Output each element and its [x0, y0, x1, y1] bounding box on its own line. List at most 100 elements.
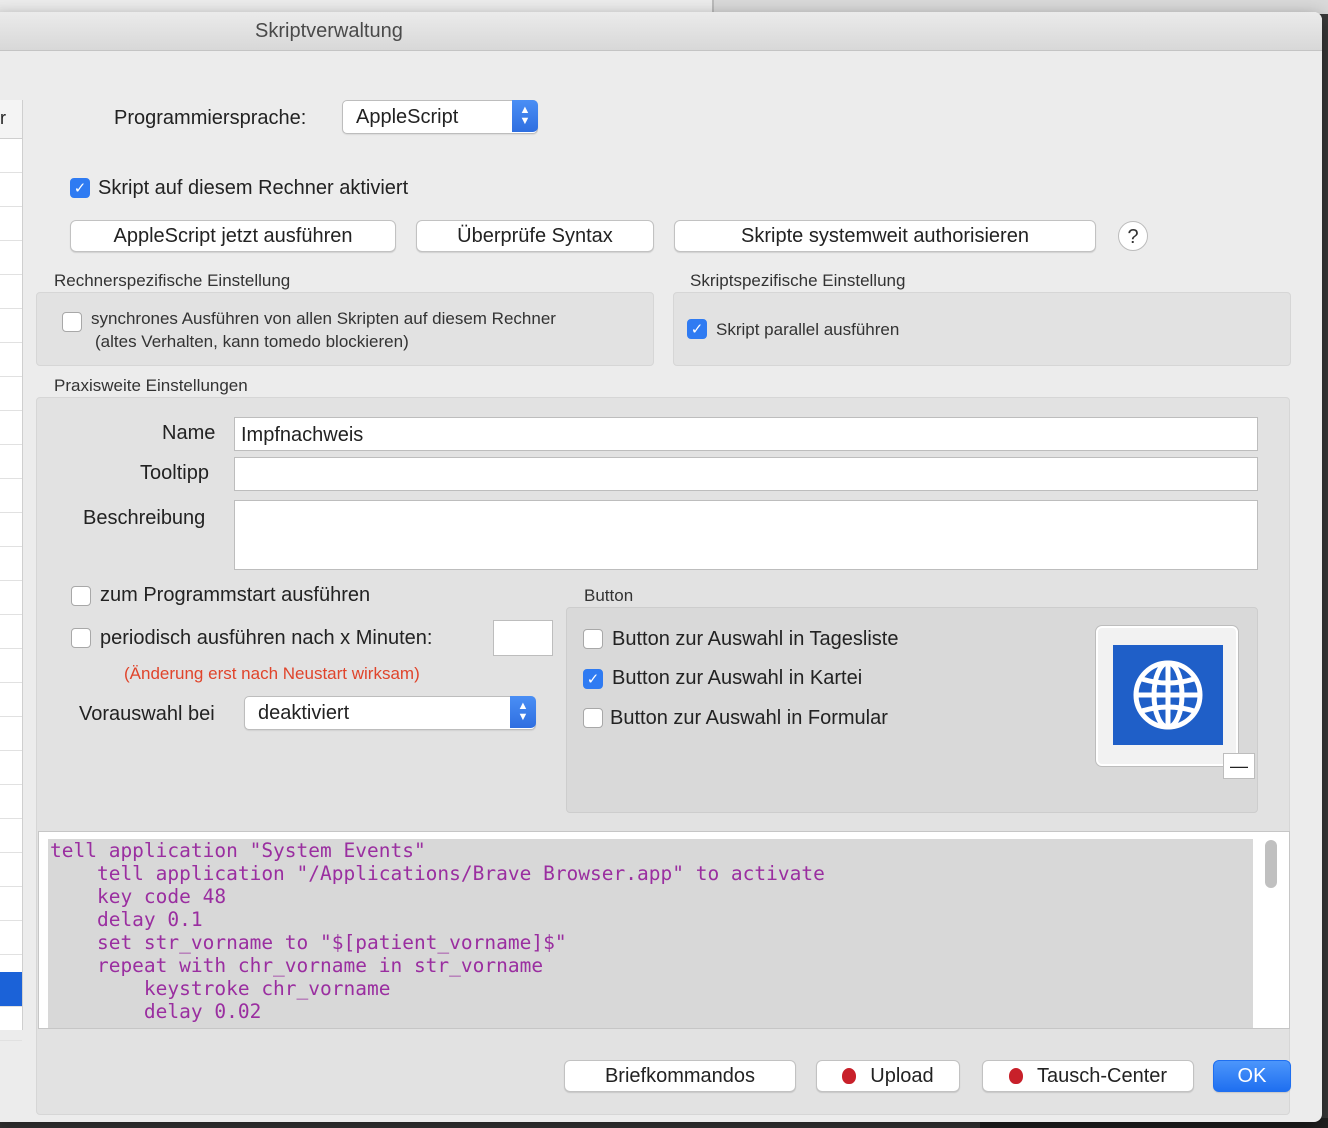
preselect-label: Vorauswahl bei — [79, 703, 215, 725]
list-item[interactable] — [0, 682, 22, 717]
letter-commands-button[interactable]: Briefkommandos — [564, 1060, 796, 1092]
list-item[interactable] — [0, 376, 22, 411]
computer-settings-group: synchrones Ausführen von allen Skripten … — [36, 292, 654, 366]
list-item[interactable] — [0, 172, 22, 207]
preselect-select[interactable]: deaktiviert ▲ ▼ — [244, 696, 536, 730]
list-item[interactable] — [0, 886, 22, 921]
button-icon-well[interactable] — [1096, 626, 1238, 766]
formular-label: Button zur Auswahl in Formular — [610, 707, 888, 729]
tooltip-label: Tooltipp — [140, 462, 209, 484]
sync-label-line1: synchrones Ausführen von allen Skripten … — [91, 309, 556, 328]
periodic-minutes-field[interactable] — [493, 620, 553, 656]
window-title: Skriptverwaltung — [255, 20, 403, 42]
script-settings-group: ✓ Skript parallel ausführen — [673, 292, 1291, 366]
preselect-select-value: deaktiviert — [258, 702, 350, 724]
formular-checkbox[interactable] — [583, 708, 603, 728]
daylist-label: Button zur Auswahl in Tagesliste — [612, 628, 899, 650]
editor-scrollbar[interactable] — [1265, 840, 1277, 888]
activate-label: Skript auf diesem Rechner aktiviert — [98, 177, 409, 199]
script-list-header[interactable]: r — [0, 100, 22, 139]
globe-icon — [1133, 660, 1203, 730]
tooltip-field[interactable] — [234, 457, 1258, 491]
kartei-label: Button zur Auswahl in Kartei — [612, 667, 863, 689]
script-editor[interactable]: tell application "System Events" tell ap… — [38, 831, 1290, 1029]
apple-icon — [1008, 1068, 1023, 1084]
list-item[interactable] — [0, 206, 22, 241]
parallel-label: Skript parallel ausführen — [716, 320, 900, 339]
exchange-center-button-label: Tausch-Center — [1036, 1065, 1168, 1087]
description-field[interactable] — [234, 500, 1258, 570]
list-item[interactable] — [0, 1006, 22, 1041]
list-item[interactable] — [0, 240, 22, 275]
ok-button[interactable]: OK — [1213, 1060, 1291, 1092]
list-item[interactable] — [0, 512, 22, 547]
icon-tile — [1113, 645, 1223, 745]
help-button[interactable]: ? — [1118, 221, 1148, 251]
periodic-checkbox[interactable] — [71, 628, 91, 648]
list-item[interactable] — [0, 716, 22, 751]
language-label: Programmiersprache: — [114, 107, 307, 129]
list-item[interactable] — [0, 920, 22, 955]
sync-label-line2: (altes Verhalten, kann tomedo blockieren… — [95, 332, 409, 351]
code-line: delay 0.02 — [50, 1000, 262, 1023]
list-item[interactable] — [0, 274, 22, 309]
chevron-updown-icon: ▲ ▼ — [510, 696, 536, 728]
script-manager-window: Skriptverwaltung r Programmiersprache: A… — [0, 12, 1322, 1122]
practice-settings-group: Name Impfnachweis Tooltipp Beschreibung … — [36, 397, 1290, 1115]
list-item[interactable] — [0, 410, 22, 445]
script-list-header-label: r — [0, 108, 6, 128]
code-line: delay 0.1 — [50, 908, 203, 931]
list-item[interactable] — [0, 818, 22, 853]
restart-note: (Änderung erst nach Neustart wirksam) — [124, 664, 420, 683]
list-item-selected[interactable] — [0, 972, 22, 1007]
remove-icon-button[interactable]: — — [1223, 753, 1255, 779]
sync-checkbox[interactable] — [62, 312, 82, 332]
upload-button[interactable]: Upload — [816, 1060, 960, 1092]
code-line: repeat with chr_vorname in str_vorname — [50, 954, 544, 977]
computer-settings-title: Rechnerspezifische Einstellung — [54, 271, 291, 290]
description-label: Beschreibung — [83, 507, 206, 529]
check-syntax-button[interactable]: Überprüfe Syntax — [416, 220, 654, 252]
code-line: set str_vorname to "$[patient_vorname]$" — [50, 931, 567, 954]
on-start-label: zum Programmstart ausführen — [100, 584, 371, 606]
parallel-checkbox[interactable]: ✓ — [687, 319, 707, 339]
script-settings-title: Skriptspezifische Einstellung — [690, 271, 906, 290]
list-item[interactable] — [0, 580, 22, 615]
list-item[interactable] — [0, 444, 22, 479]
upload-button-label: Upload — [870, 1065, 934, 1087]
name-field[interactable]: Impfnachweis — [234, 417, 1258, 451]
list-item[interactable] — [0, 852, 22, 887]
list-item[interactable] — [0, 546, 22, 581]
button-group-title: Button — [584, 586, 634, 605]
list-item[interactable] — [0, 750, 22, 785]
title-bar[interactable]: Skriptverwaltung — [0, 12, 1322, 51]
exchange-center-button[interactable]: Tausch-Center — [982, 1060, 1194, 1092]
list-item[interactable] — [0, 308, 22, 343]
practice-settings-title: Praxisweite Einstellungen — [54, 376, 248, 395]
chevron-updown-icon: ▲ ▼ — [512, 100, 538, 132]
code-line: key code 48 — [50, 885, 227, 908]
apple-icon — [842, 1068, 857, 1084]
list-item[interactable] — [0, 614, 22, 649]
list-item[interactable] — [0, 784, 22, 819]
list-item[interactable] — [0, 342, 22, 377]
daylist-checkbox[interactable] — [583, 629, 603, 649]
on-start-checkbox[interactable] — [71, 586, 91, 606]
authorize-scripts-button[interactable]: Skripte systemweit authorisieren — [674, 220, 1096, 252]
activate-checkbox[interactable]: ✓ — [70, 178, 90, 198]
list-item[interactable] — [0, 648, 22, 683]
code-line: tell application "/Applications/Brave Br… — [50, 862, 825, 885]
language-select[interactable]: AppleScript ▲ ▼ — [342, 100, 538, 134]
name-field-value: Impfnachweis — [241, 424, 364, 446]
periodic-label: periodisch ausführen nach x Minuten: — [100, 627, 433, 649]
name-label: Name — [162, 422, 216, 444]
button-group: Button zur Auswahl in Tagesliste ✓ Butto… — [566, 607, 1258, 813]
script-code-area[interactable]: tell application "System Events" tell ap… — [48, 839, 1253, 1028]
code-line: keystroke chr_vorname — [50, 977, 391, 1000]
list-item[interactable] — [0, 478, 22, 513]
language-select-value: AppleScript — [356, 106, 459, 128]
script-list[interactable]: r — [0, 100, 23, 1041]
run-script-button[interactable]: AppleScript jetzt ausführen — [70, 220, 396, 252]
list-item[interactable] — [0, 138, 22, 173]
kartei-checkbox[interactable]: ✓ — [583, 669, 603, 689]
